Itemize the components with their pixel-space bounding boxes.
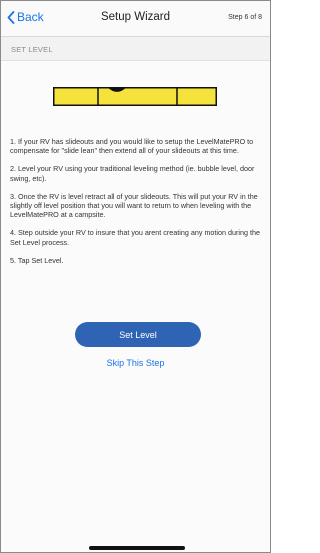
set-level-button[interactable]: Set Level	[75, 322, 201, 347]
instructions: 1. If your RV has slideouts and you woul…	[10, 137, 266, 274]
section-title: SET LEVEL	[11, 45, 53, 54]
step-counter: Step 6 of 8	[228, 14, 262, 21]
instruction-step: 1. If your RV has slideouts and you woul…	[10, 137, 254, 156]
bubble-level-icon	[53, 87, 217, 106]
instruction-step: 3. Once the RV is level retract all of y…	[10, 191, 258, 220]
skip-step-link[interactable]: Skip This Step	[1, 358, 270, 368]
instruction-step: 5. Tap Set Level.	[10, 255, 64, 265]
instruction-step: 2. Level your RV using your traditional …	[10, 164, 255, 183]
screen: Back Setup Wizard Step 6 of 8 SET LEVEL …	[0, 0, 271, 553]
navigation-bar: Back Setup Wizard Step 6 of 8	[1, 1, 270, 37]
home-indicator[interactable]	[89, 546, 185, 550]
instruction-step: 4. Step outside your RV to insure that y…	[10, 228, 260, 247]
section-header: SET LEVEL	[1, 37, 270, 61]
